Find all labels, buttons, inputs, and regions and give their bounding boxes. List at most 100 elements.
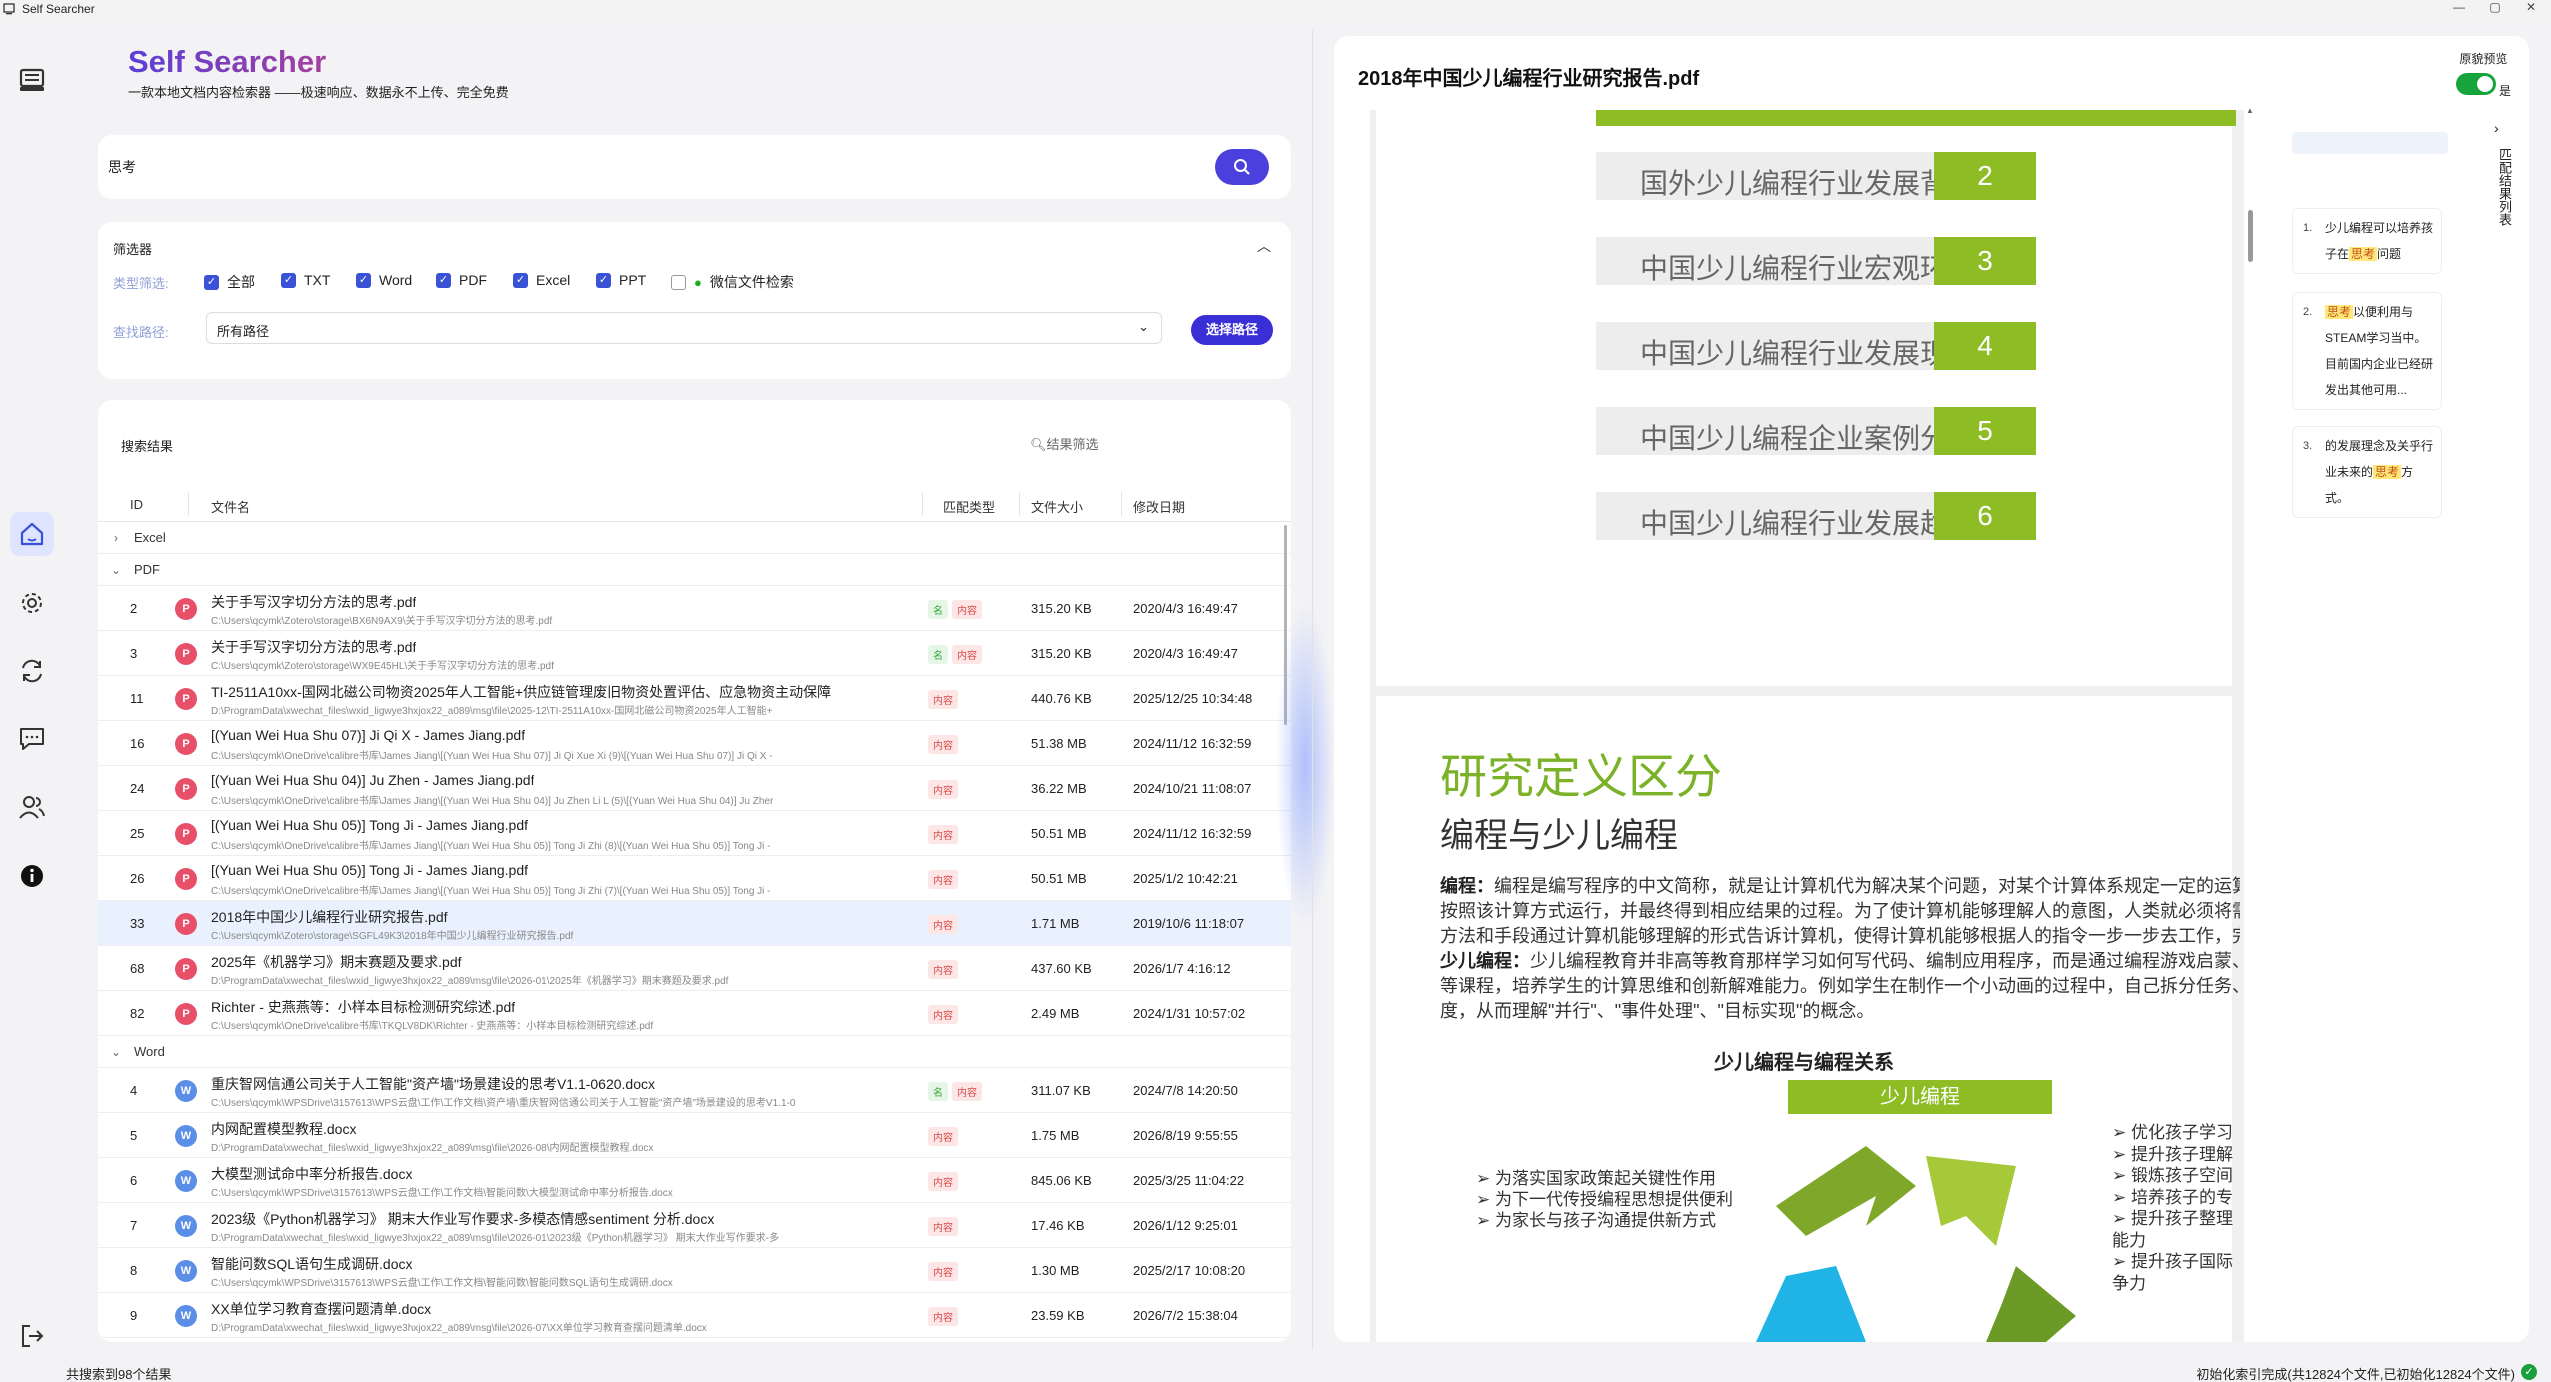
group-row-word[interactable]: ⌄ Word	[98, 1036, 1291, 1068]
file-name[interactable]: 内网配置模型教程.docx	[211, 1119, 356, 1139]
file-name[interactable]: 重庆智网信通公司关于人工智能"资产墙"场景建设的思考V1.1-0620.docx	[211, 1074, 655, 1094]
col-name[interactable]: 文件名	[211, 497, 250, 516]
table-row[interactable]: 68 P 2025年《机器学习》期末赛题及要求.pdf D:\ProgramData\…	[98, 946, 1291, 991]
original-preview-toggle[interactable]: 原貌预览 是	[2455, 50, 2511, 99]
checkbox-ppt[interactable]: ✓ PPT	[596, 272, 646, 288]
checkbox-label: TXT	[304, 272, 331, 288]
table-row[interactable]: 5 W 内网配置模型教程.docx D:\ProgramData\xwechat_fi…	[98, 1113, 1291, 1158]
table-row[interactable]: 25 P [(Yuan Wei Hua Shu 05)] Tong Ji - Jam…	[98, 811, 1291, 856]
match-tags: 内容	[928, 690, 958, 709]
nav-sync[interactable]	[10, 649, 54, 693]
toc-item: 中国少儿编程行业发展现状 4	[1596, 322, 2036, 370]
file-name[interactable]: [(Yuan Wei Hua Shu 05)] Tong Ji - James …	[211, 817, 528, 833]
chevron-down-icon[interactable]: ⌄	[98, 563, 134, 577]
chevron-down-icon[interactable]: ⌄	[98, 1045, 134, 1059]
table-row[interactable]: 26 P [(Yuan Wei Hua Shu 05)] Tong Ji - Jam…	[98, 856, 1291, 901]
file-name[interactable]: [(Yuan Wei Hua Shu 05)] Tong Ji - James …	[211, 862, 528, 878]
table-row[interactable]: 33 P 2018年中国少儿编程行业研究报告.pdf C:\Users\qcymk\Z…	[98, 901, 1291, 946]
choose-path-button[interactable]: 选择路径	[1191, 315, 1273, 345]
scroll-up-icon[interactable]: ▲	[2246, 106, 2254, 115]
search-input[interactable]	[108, 155, 1108, 179]
check-icon: ✓	[513, 272, 528, 288]
index-status: 初始化索引完成(共12824个文件,已初始化12824个文件)	[2196, 1367, 2515, 1382]
collapse-filter-button[interactable]: ︿	[1257, 236, 1271, 256]
table-row[interactable]: 6 W 大模型测试命中率分析报告.docx C:\Users\qcymk\WPSDri…	[98, 1158, 1291, 1203]
col-match[interactable]: 匹配类型	[943, 497, 995, 516]
maximize-button[interactable]: ▢	[2485, 0, 2505, 14]
file-size: 437.60 KB	[1031, 961, 1092, 976]
file-name[interactable]: 智能问数SQL语句生成调研.docx	[211, 1254, 412, 1274]
checkbox-all[interactable]: ✓ 全部	[204, 272, 255, 292]
close-button[interactable]: ✕	[2521, 0, 2541, 14]
chevron-right-icon[interactable]: ›	[98, 531, 134, 545]
table-row[interactable]: 7 W 2023级《Python机器学习》 期末大作业写作要求-多模态情感senti…	[98, 1203, 1291, 1248]
checkbox-label: Word	[379, 272, 413, 288]
file-name[interactable]: Richter - 史燕燕等：小样本目标检测研究综述.pdf	[211, 997, 515, 1017]
checkbox-word[interactable]: ✓ Word	[356, 272, 412, 288]
minimize-button[interactable]: —	[2449, 0, 2469, 14]
checkbox-wechat[interactable]: ● 微信文件检索	[671, 272, 794, 292]
toggle-switch[interactable]	[2455, 73, 2496, 95]
match-type-badge: 内容	[928, 690, 958, 709]
nav-users[interactable]	[10, 785, 54, 829]
checkbox-excel[interactable]: ✓ Excel	[513, 272, 570, 288]
table-row[interactable]: 24 P [(Yuan Wei Hua Shu 04)] Ju Zhen - Jam…	[98, 766, 1291, 811]
match-item[interactable]: 2. 思考 以便利用与STEAM学习当中。目前国内企业已经研发出其他可用...	[2292, 292, 2442, 410]
preview-scrollbar[interactable]: ▲	[2244, 106, 2258, 1342]
file-name[interactable]: TI-2511A10xx-国网北磁公司物资2025年人工智能+供应链管理废旧物资…	[211, 682, 831, 702]
toc-item: 中国少儿编程企业案例分析 5	[1596, 407, 2036, 455]
file-path: C:\Users\qcymk\OneDrive\calibre书库\James …	[211, 751, 773, 762]
group-row-excel[interactable]: › Excel	[98, 522, 1291, 554]
file-path: C:\Users\qcymk\WPSDrive\3157613\WPS云盘\工作…	[211, 1188, 673, 1199]
nav-settings[interactable]	[10, 581, 54, 625]
file-name[interactable]: 2025年《机器学习》期末赛题及要求.pdf	[211, 952, 462, 972]
col-date[interactable]: 修改日期	[1133, 497, 1185, 516]
nav-home[interactable]	[10, 512, 54, 556]
chevron-right-icon[interactable]: ›	[2494, 120, 2499, 136]
users-icon	[19, 796, 45, 819]
file-name[interactable]: 2023级《Python机器学习》 期末大作业写作要求-多模态情感sentime…	[211, 1209, 714, 1229]
scroll-thumb[interactable]	[2248, 210, 2253, 262]
file-name[interactable]: 关于手写汉字切分方法的思考.pdf	[211, 592, 416, 612]
nav-about[interactable]	[10, 854, 54, 898]
text: 少儿编程教育并非高等教育那样学习如何写代码、编制应用程序，而是通过编程游戏启蒙、	[1530, 951, 2240, 971]
result-count: 共搜索到98个结果	[66, 1367, 172, 1382]
modified-date: 2024/11/12 16:32:59	[1133, 736, 1252, 751]
file-name[interactable]: [(Yuan Wei Hua Shu 04)] Ju Zhen - James …	[211, 772, 534, 788]
col-id[interactable]: ID	[130, 497, 143, 512]
path-select[interactable]: 所有路径 ⌄	[206, 312, 1162, 344]
splitter[interactable]	[1312, 30, 1313, 1350]
match-item[interactable]: 3. 的发展理念及关乎行业未来的 思考 方式。	[2292, 426, 2442, 518]
col-size[interactable]: 文件大小	[1031, 497, 1083, 516]
file-name[interactable]: XX单位学习教育查摆问题清单.docx	[211, 1299, 431, 1319]
table-row[interactable]: 2 P 关于手写汉字切分方法的思考.pdf C:\Users\qcymk\Zotero…	[98, 586, 1291, 631]
nav-messages[interactable]	[10, 717, 54, 761]
group-row-pdf[interactable]: ⌄ PDF	[98, 554, 1291, 586]
table-row[interactable]: 16 P [(Yuan Wei Hua Shu 07)] Ji Qi X - Jam…	[98, 721, 1291, 766]
preview-panel: 2018年中国少儿编程行业研究报告.pdf 原貌预览 是 国外少儿编程行业发展背…	[1334, 36, 2529, 1342]
pdf-file-icon: P	[175, 643, 197, 665]
pdf-viewer[interactable]: 国外少儿编程行业发展背景 2 中国少儿编程行业宏观环境分析 3 中国少儿编程行业发展现状…	[1370, 110, 2244, 1342]
file-name[interactable]: [(Yuan Wei Hua Shu 07)] Ji Qi X - James …	[211, 727, 525, 743]
nav-logout[interactable]	[10, 1314, 54, 1358]
search-button[interactable]	[1215, 149, 1269, 185]
file-name[interactable]: 大模型测试命中率分析报告.docx	[211, 1164, 412, 1184]
file-size: 2.49 MB	[1031, 1006, 1080, 1021]
checkbox-txt[interactable]: ✓ TXT	[281, 272, 330, 288]
results-filter-input[interactable]: 🔍︎结果筛选	[1030, 434, 1099, 453]
file-path: C:\Users\qcymk\WPSDrive\3157613\WPS云盘\工作…	[211, 1098, 796, 1109]
file-name[interactable]: 2018年中国少儿编程行业研究报告.pdf	[211, 907, 448, 927]
checkbox-pdf[interactable]: ✓ PDF	[436, 272, 487, 288]
file-size: 315.20 KB	[1031, 601, 1092, 616]
table-row[interactable]: 3 P 关于手写汉字切分方法的思考.pdf C:\Users\qcymk\Zotero…	[98, 631, 1291, 676]
file-name[interactable]: 关于手写汉字切分方法的思考.pdf	[211, 637, 416, 657]
table-row[interactable]: 11 P TI-2511A10xx-国网北磁公司物资2025年人工智能+供应链管理废…	[98, 676, 1291, 721]
table-row[interactable]: 9 W XX单位学习教育查摆问题清单.docx D:\ProgramData\xwec…	[98, 1293, 1291, 1338]
table-row[interactable]: 82 P Richter - 史燕燕等：小样本目标检测研究综述.pdf C:\User…	[98, 991, 1291, 1036]
match-tags: 内容	[928, 1005, 958, 1024]
table-row[interactable]: 4 W 重庆智网信通公司关于人工智能"资产墙"场景建设的思考V1.1-0620.do…	[98, 1068, 1291, 1113]
table-row[interactable]: 8 W 智能问数SQL语句生成调研.docx C:\Users\qcymk\WPSDr…	[98, 1248, 1291, 1293]
file-size: 315.20 KB	[1031, 646, 1092, 661]
info-icon	[21, 865, 43, 887]
match-item[interactable]: 1. 少儿编程可以培养孩子在 思考 问题	[2292, 208, 2442, 274]
